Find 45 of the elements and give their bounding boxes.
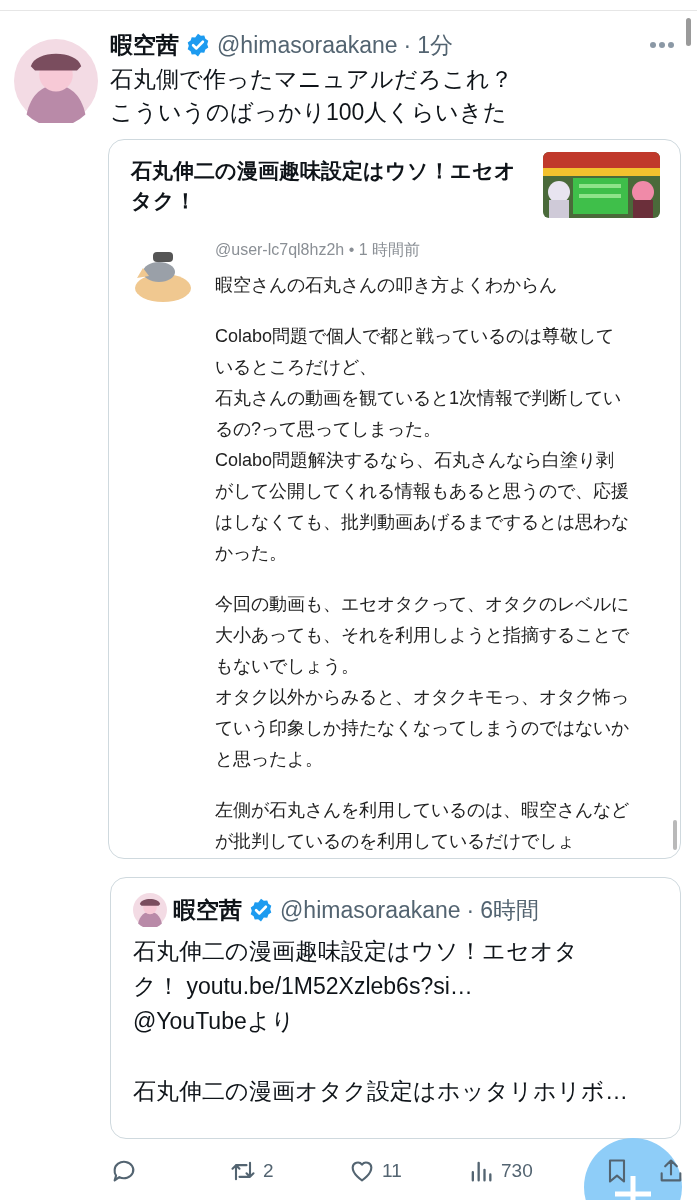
comment-time: 1 時間前 [358,241,421,258]
separator: · [466,896,475,924]
avatar[interactable] [14,39,98,123]
scrollbar[interactable] [686,18,691,46]
author-name: 暇空茜 [173,895,242,925]
count: 730 [501,1160,533,1182]
tweet-text: @YouTubeより [133,1007,296,1036]
author-handle: @himasoraakane [280,896,461,924]
tweet-text: 石丸側で作ったマニュアルだろこれ？ [110,65,514,94]
card-title: 石丸伸二の漫画趣味設定はウソ！エセオタク！ [131,158,517,214]
comment-text: 大小あっても、それを利用しようと指摘することで [215,624,629,647]
comment-text: 暇空さんの石丸さんの叩き方よくわからん [215,274,558,297]
comment-text: いるところだけど、 [215,356,378,379]
tweet-text: 石丸伸二の漫画趣味設定はウソ！エセオタ [133,937,579,966]
comment-text: かった。 [215,542,288,565]
separator: • [348,241,355,258]
comment-text: と思ったよ。 [215,748,324,771]
comment-text: 石丸さんの動画を観ていると1次情報で判断してい [215,387,622,410]
timestamp: 1分 [417,30,454,60]
comment-text: Colabo問題で個人で都と戦っているのは尊敬して [215,325,616,348]
tweet-text: 石丸伸二の漫画オタク設定はホッタリホリボ… [133,1077,629,1106]
comment-text: オタク以外からみると、オタクキモっ、オタク怖っ [215,686,629,709]
author-handle[interactable]: @himasoraakane [217,31,398,59]
timestamp: 6時間 [480,895,540,925]
comment-text: はしなくても、批判動画あげるまでするとは思わな [215,511,629,534]
author-name[interactable]: 暇空茜 [110,29,179,61]
more-icon[interactable] [649,41,675,49]
quoted-tweet[interactable]: 暇空茜 @himasoraakane · 6時間 石丸伸二の漫画趣味設定はウソ！エセオタ ク！ youtu.be/1M52Xzleb6s?si… @YouTubeより 石丸伸二の漫画オタク設定はホッタリホリボ… [110,877,681,1139]
comment-text: 左側が石丸さんを利用しているのは、暇空さんなど [215,799,629,822]
count: 11 [382,1160,402,1182]
count: 2 [263,1160,274,1182]
comment-text: もないでしょう。 [215,655,360,678]
tweet-text: ク！ youtu.be/1M52Xzleb6s?si… [133,972,474,1001]
comment-text: がして公開してくれる情報もあると思うので、応援 [215,480,629,503]
scrollbar[interactable] [673,820,677,850]
comment-handle: @user-lc7ql8hz2h [215,241,345,258]
comment-text: 今回の動画も、エセオタクって、オタクのレベルに [215,593,629,616]
tweet-text: こういうのばっかり100人くらいきた [110,98,509,127]
link-card[interactable] [108,139,681,859]
comment-text: Colabo問題解決するなら、石丸さんなら白塗り剥 [215,449,616,472]
separator: · [403,31,412,59]
comment-text: が批判しているのを利用しているだけでしょ [215,830,576,853]
comment-text: るの?って思ってしまった。 [215,418,442,441]
comment-text: ていう印象しか持たなくなってしまうのではないか [215,717,629,740]
avatar[interactable] [133,893,167,927]
